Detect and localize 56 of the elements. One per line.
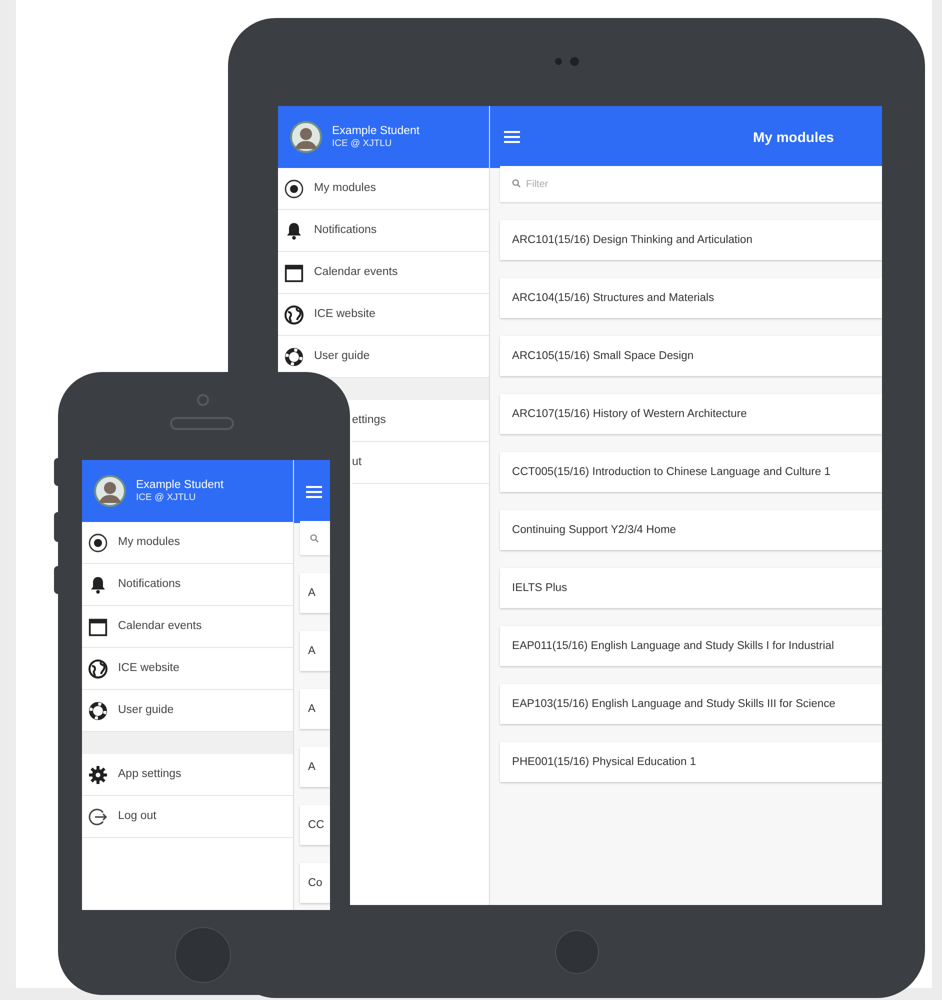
module-card[interactable]: EAP103(15/16) English Language and Study Skills III for Science xyxy=(500,684,882,724)
gear-icon xyxy=(88,764,108,784)
menu-item[interactable]: My modules xyxy=(278,168,489,210)
menu-item[interactable]: My modules xyxy=(82,522,293,564)
calendar-icon xyxy=(284,262,304,282)
calendar-icon xyxy=(88,616,108,636)
menu-item[interactable]: Calendar events xyxy=(82,606,293,648)
lifebuoy-icon xyxy=(284,346,304,366)
menu-item[interactable]: Notifications xyxy=(278,210,489,252)
module-card[interactable]: IELTS Plus xyxy=(500,568,882,608)
user-name: Example Student xyxy=(136,478,224,492)
globe-icon xyxy=(284,304,304,324)
module-card[interactable]: ARC104(15/16) Structures and Materials xyxy=(500,278,882,318)
menu-item[interactable]: ut xyxy=(352,442,489,484)
menu-item[interactable]: Log out xyxy=(82,796,293,838)
search-icon xyxy=(310,534,319,542)
bell-icon xyxy=(88,574,108,594)
module-card[interactable]: ARC101(15/16) Design Thinking and Articulation xyxy=(500,220,882,260)
module-card[interactable]: A xyxy=(300,573,330,613)
radio-icon xyxy=(88,532,108,552)
logout-icon xyxy=(88,806,108,826)
speaker-icon xyxy=(170,417,234,430)
menu-item[interactable]: ICE website xyxy=(278,294,489,336)
user-organization: ICE @ XJTLU xyxy=(332,138,393,150)
lifebuoy-icon xyxy=(88,700,108,720)
module-card[interactable]: ARC107(15/16) History of Western Architecture xyxy=(500,394,882,434)
menu-item[interactable]: ICE website xyxy=(82,648,293,690)
module-card[interactable]: A xyxy=(300,747,330,787)
user-name: Example Student xyxy=(332,124,420,138)
module-card[interactable]: A xyxy=(300,631,330,671)
user-organization: ICE @ XJTLU xyxy=(136,492,197,504)
module-card[interactable]: Continuing Support Y2/3/4 Home xyxy=(500,510,882,550)
module-card[interactable]: CC xyxy=(300,805,330,845)
module-card[interactable]: EAP011(15/16) English Language and Study Skills I for Industrial xyxy=(500,626,882,666)
menu-icon[interactable] xyxy=(504,131,520,143)
globe-icon xyxy=(88,658,108,678)
filter-field[interactable]: Filter xyxy=(500,166,882,202)
avatar-icon xyxy=(290,121,322,153)
menu-item[interactable]: Notifications xyxy=(82,564,293,606)
search-icon xyxy=(512,179,521,188)
toolbar-title: My modules xyxy=(753,128,834,147)
module-card[interactable]: A xyxy=(300,689,330,729)
camera-icon xyxy=(555,56,581,66)
bell-icon xyxy=(284,220,304,240)
avatar-icon xyxy=(94,475,126,507)
menu-item[interactable]: ettings xyxy=(352,400,489,442)
menu-icon[interactable] xyxy=(306,486,322,498)
menu-item[interactable]: App settings xyxy=(82,754,293,796)
camera-icon xyxy=(197,394,209,406)
menu-item[interactable]: Calendar events xyxy=(278,252,489,294)
module-card[interactable]: Co xyxy=(300,863,330,903)
module-card[interactable]: ARC105(15/16) Small Space Design xyxy=(500,336,882,376)
radio-icon xyxy=(284,178,304,198)
module-card[interactable]: CCT005(15/16) Introduction to Chinese Language and Culture 1 xyxy=(500,452,882,492)
filter-field[interactable] xyxy=(300,521,330,555)
module-card[interactable]: PHE001(15/16) Physical Education 1 xyxy=(500,742,882,782)
